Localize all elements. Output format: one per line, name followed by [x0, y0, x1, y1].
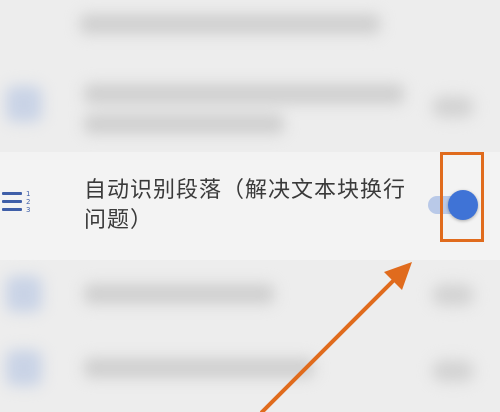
blurred-label — [84, 358, 314, 378]
blurred-label — [84, 284, 274, 304]
svg-text:1: 1 — [26, 190, 30, 198]
blurred-icon — [6, 276, 42, 312]
svg-text:2: 2 — [26, 198, 30, 206]
blurred-setting-row — [0, 60, 500, 150]
blurred-toggle — [432, 284, 474, 306]
blurred-setting-row — [0, 262, 500, 332]
blurred-label — [84, 84, 404, 104]
setting-label: 自动识别段落（解决文本块换行问题） — [84, 178, 407, 233]
blurred-setting-row — [0, 334, 500, 412]
annotation-highlight-box — [440, 152, 484, 242]
blurred-icon — [6, 86, 42, 122]
blurred-label — [84, 114, 284, 134]
blurred-icon — [6, 350, 42, 386]
svg-text:3: 3 — [26, 206, 30, 214]
blurred-setting-row — [0, 0, 500, 60]
settings-screen: 1 2 3 自动识别段落（解决文本块换行问题） — [0, 0, 500, 412]
setting-row-auto-paragraph[interactable]: 1 2 3 自动识别段落（解决文本块换行问题） — [0, 152, 500, 260]
blurred-label — [80, 14, 380, 34]
blurred-toggle — [432, 360, 474, 382]
blurred-toggle — [432, 96, 474, 118]
list-numbered-icon: 1 2 3 — [2, 190, 30, 214]
